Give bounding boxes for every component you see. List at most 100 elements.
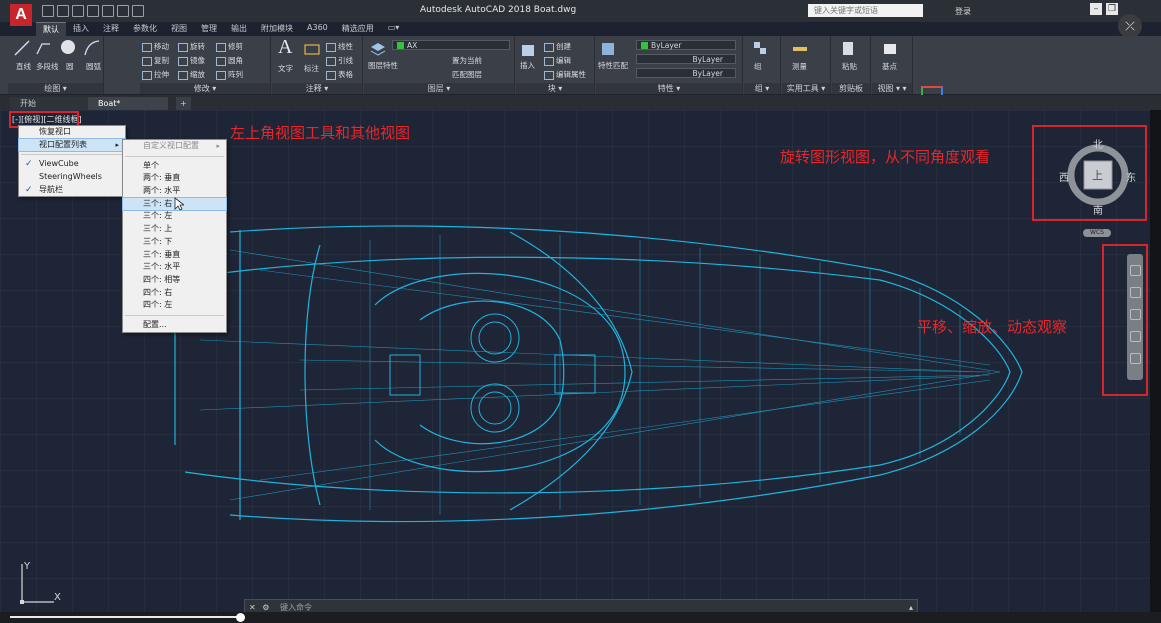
minimize-button[interactable]: – xyxy=(1090,3,1102,15)
tool-measure[interactable]: 测量 xyxy=(792,61,807,72)
lineweight-dropdown[interactable]: ByLayer xyxy=(636,68,736,78)
restore-button[interactable]: ❐ xyxy=(1106,3,1118,15)
viewcube-east[interactable]: 东 xyxy=(1126,169,1136,184)
color-dropdown[interactable]: ByLayer xyxy=(636,40,736,50)
login-link[interactable]: 登录 xyxy=(955,6,971,17)
tool-mirror[interactable]: 镜像 xyxy=(178,55,205,66)
linetype-dropdown[interactable]: ByLayer xyxy=(636,54,736,64)
pan-icon[interactable] xyxy=(1129,287,1141,298)
utilities-panel-title[interactable]: 实用工具 ▾ xyxy=(782,83,830,94)
ribbon-tab-5[interactable]: 管理 xyxy=(194,22,224,36)
tool-insert[interactable]: 插入 xyxy=(520,60,535,71)
clipboard-panel-title[interactable]: 剪贴板 xyxy=(832,83,870,94)
submenu-item[interactable]: 四个: 相等 xyxy=(123,274,226,287)
viewcube-south[interactable]: 南 xyxy=(1093,202,1103,217)
tool-dimension[interactable]: 标注 xyxy=(304,63,319,74)
save-icon[interactable] xyxy=(72,5,84,17)
tool-create-block[interactable]: 创建 xyxy=(544,41,571,52)
paste-icon[interactable] xyxy=(840,40,856,56)
tool-array[interactable]: 阵列 xyxy=(216,69,243,80)
viewcube-north[interactable]: 北 xyxy=(1093,136,1103,151)
new-icon[interactable] xyxy=(42,5,54,17)
context-menu-item[interactable]: SteeringWheels xyxy=(19,171,125,184)
submenu-item[interactable]: 单个 xyxy=(123,160,226,173)
context-menu-item[interactable]: ✓ ViewCube xyxy=(19,158,125,171)
layers-panel-title[interactable]: 图层 ▾ xyxy=(364,83,514,94)
saveas-icon[interactable] xyxy=(87,5,99,17)
ribbon-tab-9[interactable]: 精选应用 xyxy=(335,22,381,36)
group-icon[interactable] xyxy=(752,40,768,56)
dimension-icon[interactable] xyxy=(304,41,320,57)
polyline-icon[interactable] xyxy=(36,40,52,56)
ribbon-tab-4[interactable]: 视图 xyxy=(164,22,194,36)
command-input[interactable]: 键入命令 xyxy=(280,603,312,612)
doc-tab-start[interactable]: 开始 xyxy=(10,97,90,110)
ribbon-tab-0[interactable]: 默认 xyxy=(36,22,66,37)
command-settings-icon[interactable]: ⚙ xyxy=(262,603,269,612)
zoom-icon[interactable] xyxy=(1129,309,1141,320)
tool-edit-block[interactable]: 编辑 xyxy=(544,55,571,66)
line-icon[interactable] xyxy=(14,40,30,56)
tool-stretch[interactable]: 拉伸 xyxy=(142,69,169,80)
submenu-item[interactable]: 两个: 水平 xyxy=(123,185,226,198)
progress-knob[interactable] xyxy=(236,613,245,622)
submenu-item[interactable]: 三个: 左 xyxy=(123,210,226,223)
ribbon-tab-7[interactable]: 附加模块 xyxy=(254,22,300,36)
submenu-item[interactable]: 两个: 垂直 xyxy=(123,172,226,185)
redo-icon[interactable] xyxy=(132,5,144,17)
text-icon[interactable]: A xyxy=(278,36,292,59)
showmotion-icon[interactable] xyxy=(1129,353,1141,364)
tool-line[interactable]: 直线 xyxy=(16,61,31,72)
modify-panel-title[interactable]: 修改 ▾ xyxy=(140,83,270,94)
block-panel-title[interactable]: 块 ▾ xyxy=(516,83,594,94)
layer-dropdown[interactable]: AX xyxy=(392,40,510,50)
undo-icon[interactable] xyxy=(117,5,129,17)
tool-leader[interactable]: 引线 xyxy=(326,55,353,66)
context-menu-item[interactable]: 恢复视口 xyxy=(19,126,125,139)
annotation-panel-title[interactable]: 注释 ▾ xyxy=(272,83,362,94)
tool-copy[interactable]: 复制 xyxy=(142,55,169,66)
ribbon-tab-1[interactable]: 插入 xyxy=(66,22,96,36)
print-icon[interactable] xyxy=(102,5,114,17)
search-input[interactable]: 键入关键字或短语 xyxy=(808,4,923,17)
ribbon-tab-10[interactable]: ▭▾ xyxy=(381,22,407,36)
tool-polyline[interactable]: 多段线 xyxy=(36,61,59,72)
viewcube-west[interactable]: 西 xyxy=(1059,169,1069,184)
progress-slider[interactable] xyxy=(0,612,1161,623)
context-menu-item[interactable]: 视口配置列表 ▸ xyxy=(18,137,126,153)
measure-icon[interactable] xyxy=(792,41,808,57)
tool-linear[interactable]: 线性 xyxy=(326,41,353,52)
ribbon-tab-8[interactable]: A360 xyxy=(300,22,335,36)
submenu-item[interactable]: 三个: 水平 xyxy=(123,261,226,274)
tool-scale[interactable]: 缩放 xyxy=(178,69,205,80)
tool-text[interactable]: 文字 xyxy=(278,63,293,74)
vertical-scrollbar[interactable] xyxy=(1150,110,1161,612)
tool-circle[interactable]: 圆 xyxy=(66,61,74,72)
submenu-item[interactable]: 三个: 垂直 xyxy=(123,249,226,262)
tool-trim[interactable]: 修剪 xyxy=(216,41,243,52)
tool-basepoint[interactable]: 基点 xyxy=(882,61,897,72)
ribbon-tab-3[interactable]: 参数化 xyxy=(126,22,164,36)
tool-edit-attributes[interactable]: 编辑属性 xyxy=(544,69,586,80)
close-icon[interactable]: ⤫ xyxy=(1118,14,1142,38)
tool-layer-properties[interactable]: 图层特性 xyxy=(368,60,398,71)
submenu-item[interactable]: 三个: 下 xyxy=(123,236,226,249)
viewcube[interactable]: 北 南 东 西 上 xyxy=(1059,133,1136,217)
groups-panel-title[interactable]: 组 ▾ xyxy=(744,83,780,94)
tool-match-layer[interactable]: 匹配图层 xyxy=(452,69,482,80)
view-panel-title[interactable]: 视图 ▾ ▾ xyxy=(872,83,912,94)
tool-arc[interactable]: 圆弧 xyxy=(86,61,101,72)
submenu-item[interactable]: 配置... xyxy=(123,319,226,332)
draw-panel-title[interactable]: 绘图 ▾ xyxy=(8,83,103,94)
doc-tab-boat[interactable]: Boat* xyxy=(88,97,168,110)
match-properties-icon[interactable] xyxy=(600,41,616,57)
arc-icon[interactable] xyxy=(84,40,100,56)
steeringwheel-icon[interactable] xyxy=(1129,265,1141,276)
tool-paste[interactable]: 粘贴 xyxy=(842,61,857,72)
tool-move[interactable]: 移动 xyxy=(142,41,169,52)
layer-properties-icon[interactable] xyxy=(370,41,386,57)
tool-set-current[interactable]: 置为当前 xyxy=(452,55,482,66)
insert-icon[interactable] xyxy=(520,42,536,58)
command-close-icon[interactable]: ✕ xyxy=(249,603,256,612)
tool-match-properties[interactable]: 特性匹配 xyxy=(598,60,628,71)
